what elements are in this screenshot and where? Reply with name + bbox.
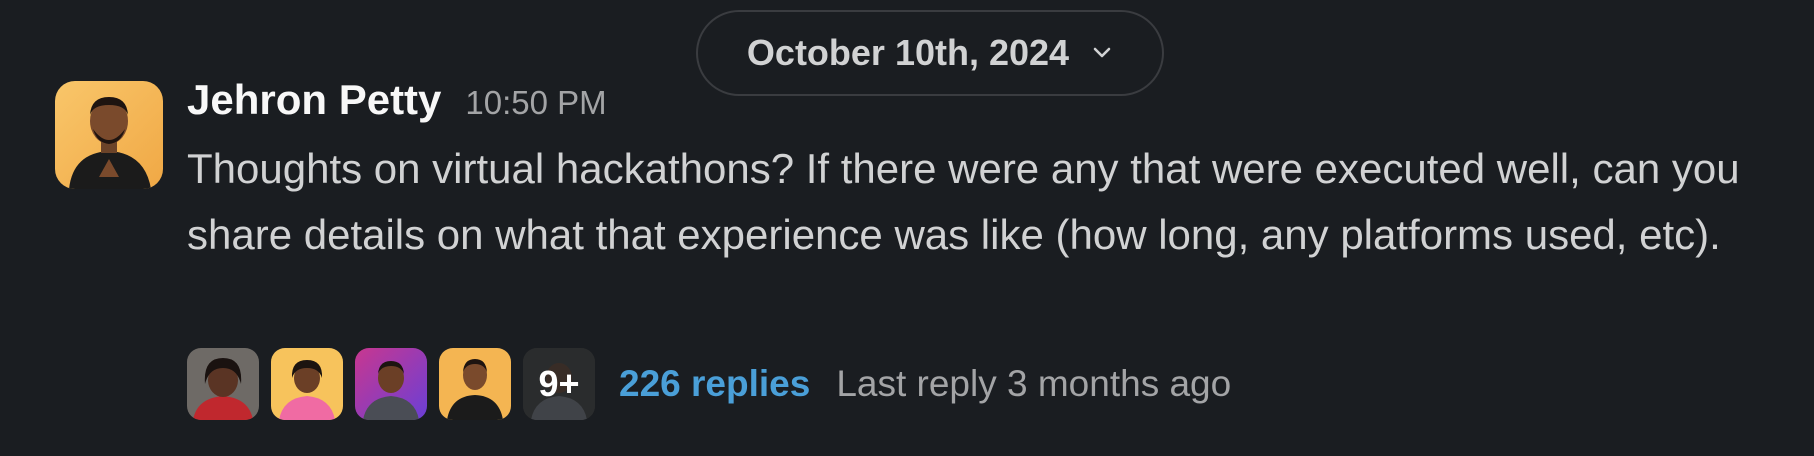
date-divider-button[interactable]: October 10th, 2024	[696, 10, 1164, 96]
reply-avatar	[271, 348, 343, 420]
last-reply-text: Last reply 3 months ago	[836, 363, 1232, 404]
author-name[interactable]: Jehron Petty	[187, 76, 441, 124]
date-label: October 10th, 2024	[746, 32, 1070, 73]
replies-link[interactable]: 226 replies	[619, 363, 810, 405]
message-timestamp[interactable]: 10:50 PM	[465, 84, 606, 122]
chevron-down-icon	[1091, 42, 1113, 64]
message-text: Thoughts on virtual hackathons? If there…	[187, 145, 1740, 258]
reply-avatar	[355, 348, 427, 420]
reply-avatar	[187, 348, 259, 420]
reply-avatar	[439, 348, 511, 420]
author-avatar[interactable]	[55, 81, 163, 189]
thread-summary[interactable]: 9+ 226 replies Last reply 3 months ago	[187, 348, 1231, 420]
more-participants-avatar: 9+	[523, 348, 595, 420]
more-participants-count: 9+	[523, 348, 595, 420]
